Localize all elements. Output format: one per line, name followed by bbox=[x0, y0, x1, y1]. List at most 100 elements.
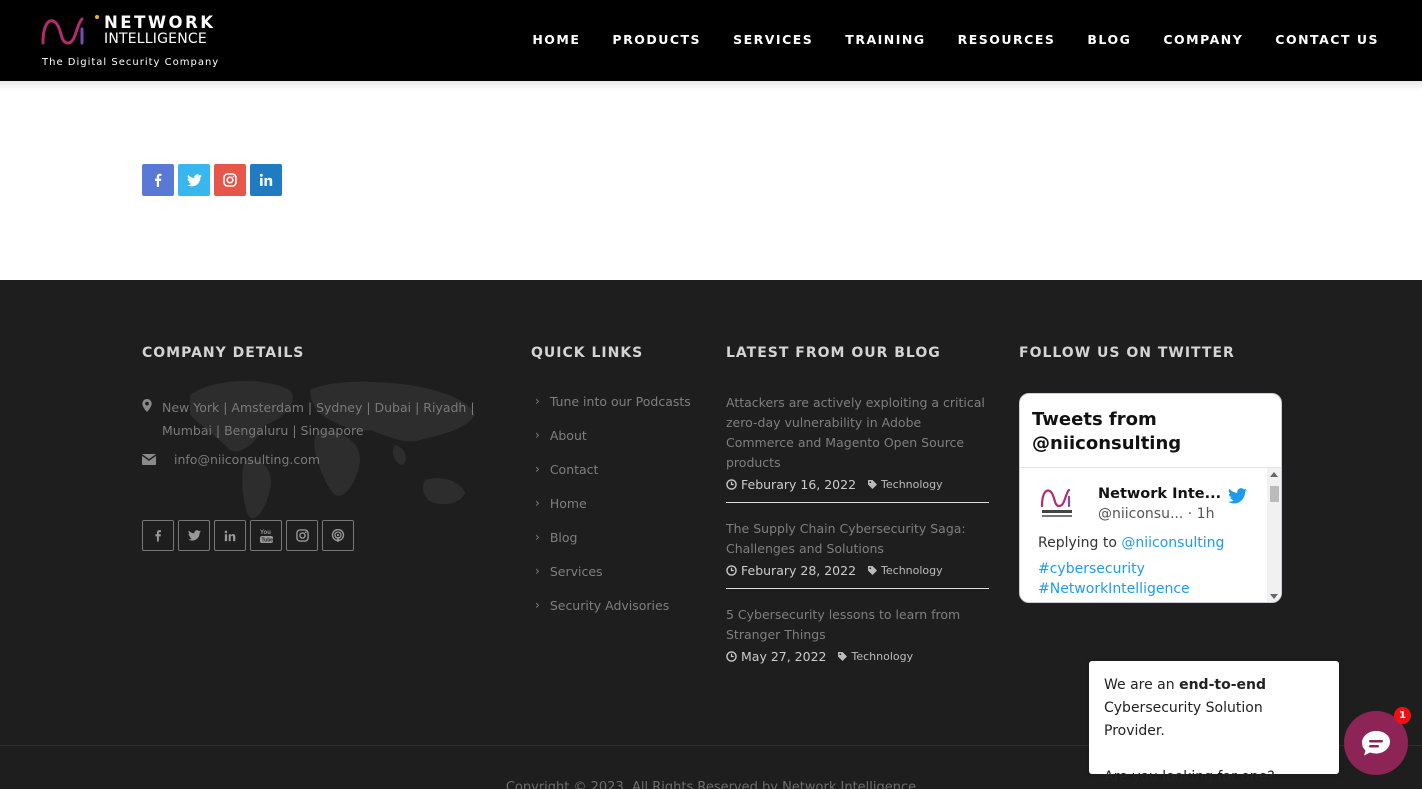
blog-post-tag-label: Technology bbox=[851, 650, 914, 663]
company-details-title: COMPANY DETAILS bbox=[142, 345, 305, 361]
chat-popup[interactable]: We are an end-to-end Cybersecurity Solut… bbox=[1089, 661, 1339, 785]
facebook-icon bbox=[155, 173, 162, 187]
nav-company[interactable]: COMPANY bbox=[1163, 32, 1243, 47]
quick-link-label: Home bbox=[549, 496, 587, 511]
svg-text:Tube: Tube bbox=[261, 538, 273, 544]
chat-text-bold: end-to-end bbox=[1179, 677, 1266, 693]
footer-linkedin-button[interactable] bbox=[214, 520, 246, 551]
footer-podcast-button[interactable] bbox=[322, 520, 354, 551]
quick-link-security-advisories[interactable]: › Security Advisories bbox=[535, 598, 691, 632]
blog-post-title[interactable]: The Supply Chain Cybersecurity Saga: Cha… bbox=[726, 519, 989, 559]
main-nav: HOME PRODUCTS SERVICES TRAINING RESOURCE… bbox=[500, 32, 1379, 47]
chevron-right-icon: › bbox=[535, 530, 540, 544]
quick-link-label: Security Advisories bbox=[549, 598, 670, 613]
blog-post: Attackers are actively exploiting a crit… bbox=[726, 393, 989, 503]
nav-services[interactable]: SERVICES bbox=[733, 32, 813, 47]
chevron-right-icon: › bbox=[535, 598, 540, 612]
quick-link-label: About bbox=[549, 428, 587, 443]
blog-post-date: Feburary 28, 2022 bbox=[741, 563, 857, 578]
nav-blog[interactable]: BLOG bbox=[1087, 32, 1131, 47]
quick-link-contact[interactable]: › Contact bbox=[535, 462, 691, 496]
chevron-right-icon: › bbox=[535, 564, 540, 578]
twitter-widget-scrollbar[interactable] bbox=[1267, 468, 1281, 602]
clock-icon bbox=[726, 651, 737, 662]
blog-post-title[interactable]: 5 Cybersecurity lessons to learn from St… bbox=[726, 605, 989, 645]
footer-twitter-button[interactable] bbox=[178, 520, 210, 551]
blog-post-list: Attackers are actively exploiting a crit… bbox=[726, 393, 989, 690]
tag-icon bbox=[868, 566, 878, 575]
footer-instagram-button[interactable] bbox=[286, 520, 318, 551]
header-shadow bbox=[0, 81, 1422, 91]
blog-post-tag[interactable]: Technology bbox=[838, 650, 913, 663]
nav-contact-us[interactable]: CONTACT US bbox=[1275, 32, 1379, 47]
share-instagram-button[interactable] bbox=[214, 164, 246, 196]
blog-post-meta: Feburary 16, 2022 Technology bbox=[726, 477, 989, 492]
tweet-reply-mention[interactable]: @niiconsulting bbox=[1121, 535, 1224, 551]
tweet-reply-line: Replying to @niiconsulting bbox=[1038, 535, 1224, 551]
tweet-hashtag[interactable]: #NetworkIntelligence bbox=[1038, 581, 1190, 597]
twitter-icon bbox=[186, 173, 202, 186]
quick-link-about[interactable]: › About bbox=[535, 428, 691, 462]
share-facebook-button[interactable] bbox=[142, 164, 174, 196]
chevron-right-icon: › bbox=[535, 428, 540, 442]
tweet-author-handle: @niiconsu... · 1h bbox=[1098, 506, 1215, 522]
podcast-icon bbox=[331, 528, 345, 542]
tag-icon bbox=[868, 480, 878, 489]
chevron-right-icon: › bbox=[535, 394, 540, 408]
chat-spacer bbox=[1104, 743, 1324, 766]
company-email-link[interactable]: info@niiconsulting.com bbox=[174, 452, 320, 467]
envelope-icon bbox=[142, 454, 156, 465]
nav-training[interactable]: TRAINING bbox=[845, 32, 925, 47]
tweet[interactable]: Network Inte... @niiconsu... · 1h Replyi… bbox=[1020, 468, 1281, 597]
scroll-down-icon[interactable] bbox=[1270, 594, 1278, 599]
blog-post: The Supply Chain Cybersecurity Saga: Cha… bbox=[726, 519, 989, 589]
linkedin-icon bbox=[224, 530, 236, 541]
nav-home[interactable]: HOME bbox=[532, 32, 580, 47]
quick-link-services[interactable]: › Services bbox=[535, 564, 691, 598]
blog-post-tag[interactable]: Technology bbox=[868, 478, 943, 491]
blog-post-tag[interactable]: Technology bbox=[868, 564, 943, 577]
quick-link-label: Contact bbox=[549, 462, 599, 477]
tweet-avatar bbox=[1040, 488, 1072, 517]
twitter-bird-icon[interactable] bbox=[1228, 488, 1247, 504]
footer-youtube-button[interactable]: You Tube bbox=[250, 520, 282, 551]
tweet-author-name[interactable]: Network Inte... bbox=[1098, 486, 1221, 502]
scrollbar-thumb[interactable] bbox=[1270, 486, 1279, 502]
logo[interactable]: NETWORK INTELLIGENCE The Digital Securit… bbox=[40, 13, 220, 71]
share-twitter-button[interactable] bbox=[178, 164, 210, 196]
instagram-icon bbox=[223, 173, 237, 187]
nav-products[interactable]: PRODUCTS bbox=[612, 32, 701, 47]
youtube-icon: You Tube bbox=[259, 530, 273, 544]
logo-line1: NETWORK bbox=[104, 13, 216, 32]
nav-resources[interactable]: RESOURCES bbox=[958, 32, 1056, 47]
footer-social-links: You Tube bbox=[142, 520, 354, 551]
blog-post-tag-label: Technology bbox=[881, 478, 943, 491]
quick-link-podcasts[interactable]: › Tune into our Podcasts bbox=[535, 394, 691, 428]
footer-facebook-button[interactable] bbox=[142, 520, 174, 551]
instagram-icon bbox=[295, 529, 309, 542]
quick-links-title: QUICK LINKS bbox=[531, 345, 644, 361]
facebook-icon bbox=[155, 530, 161, 542]
svg-text:You: You bbox=[260, 530, 271, 536]
blog-post-meta: May 27, 2022 Technology bbox=[726, 649, 989, 664]
quick-link-blog[interactable]: › Blog bbox=[535, 530, 691, 564]
blog-post-title[interactable]: Attackers are actively exploiting a crit… bbox=[726, 393, 989, 473]
quick-link-home[interactable]: › Home bbox=[535, 496, 691, 530]
blog-post-tag-label: Technology bbox=[881, 564, 943, 577]
chat-message-line2: Cybersecurity Solution Provider. bbox=[1104, 700, 1263, 739]
tweet-reply-label: Replying to bbox=[1038, 535, 1117, 551]
share-linkedin-button[interactable] bbox=[250, 164, 282, 196]
twitter-widget-title[interactable]: Tweets from @niiconsulting bbox=[1020, 394, 1281, 468]
linkedin-icon bbox=[259, 173, 273, 186]
tag-icon bbox=[838, 652, 848, 661]
tweet-hashtag[interactable]: #cybersecurity bbox=[1038, 561, 1145, 577]
quick-link-label: Services bbox=[549, 564, 603, 579]
clock-icon bbox=[726, 565, 737, 576]
twitter-section-title: FOLLOW US ON TWITTER bbox=[1019, 345, 1235, 361]
scroll-up-icon[interactable] bbox=[1270, 472, 1278, 477]
blog-post-meta: Feburary 28, 2022 Technology bbox=[726, 563, 989, 578]
logo-mark-icon bbox=[41, 17, 84, 45]
map-marker-icon bbox=[142, 399, 152, 412]
blog-post: 5 Cybersecurity lessons to learn from St… bbox=[726, 605, 989, 674]
chat-message-line1: We are an end-to-end bbox=[1104, 674, 1324, 697]
